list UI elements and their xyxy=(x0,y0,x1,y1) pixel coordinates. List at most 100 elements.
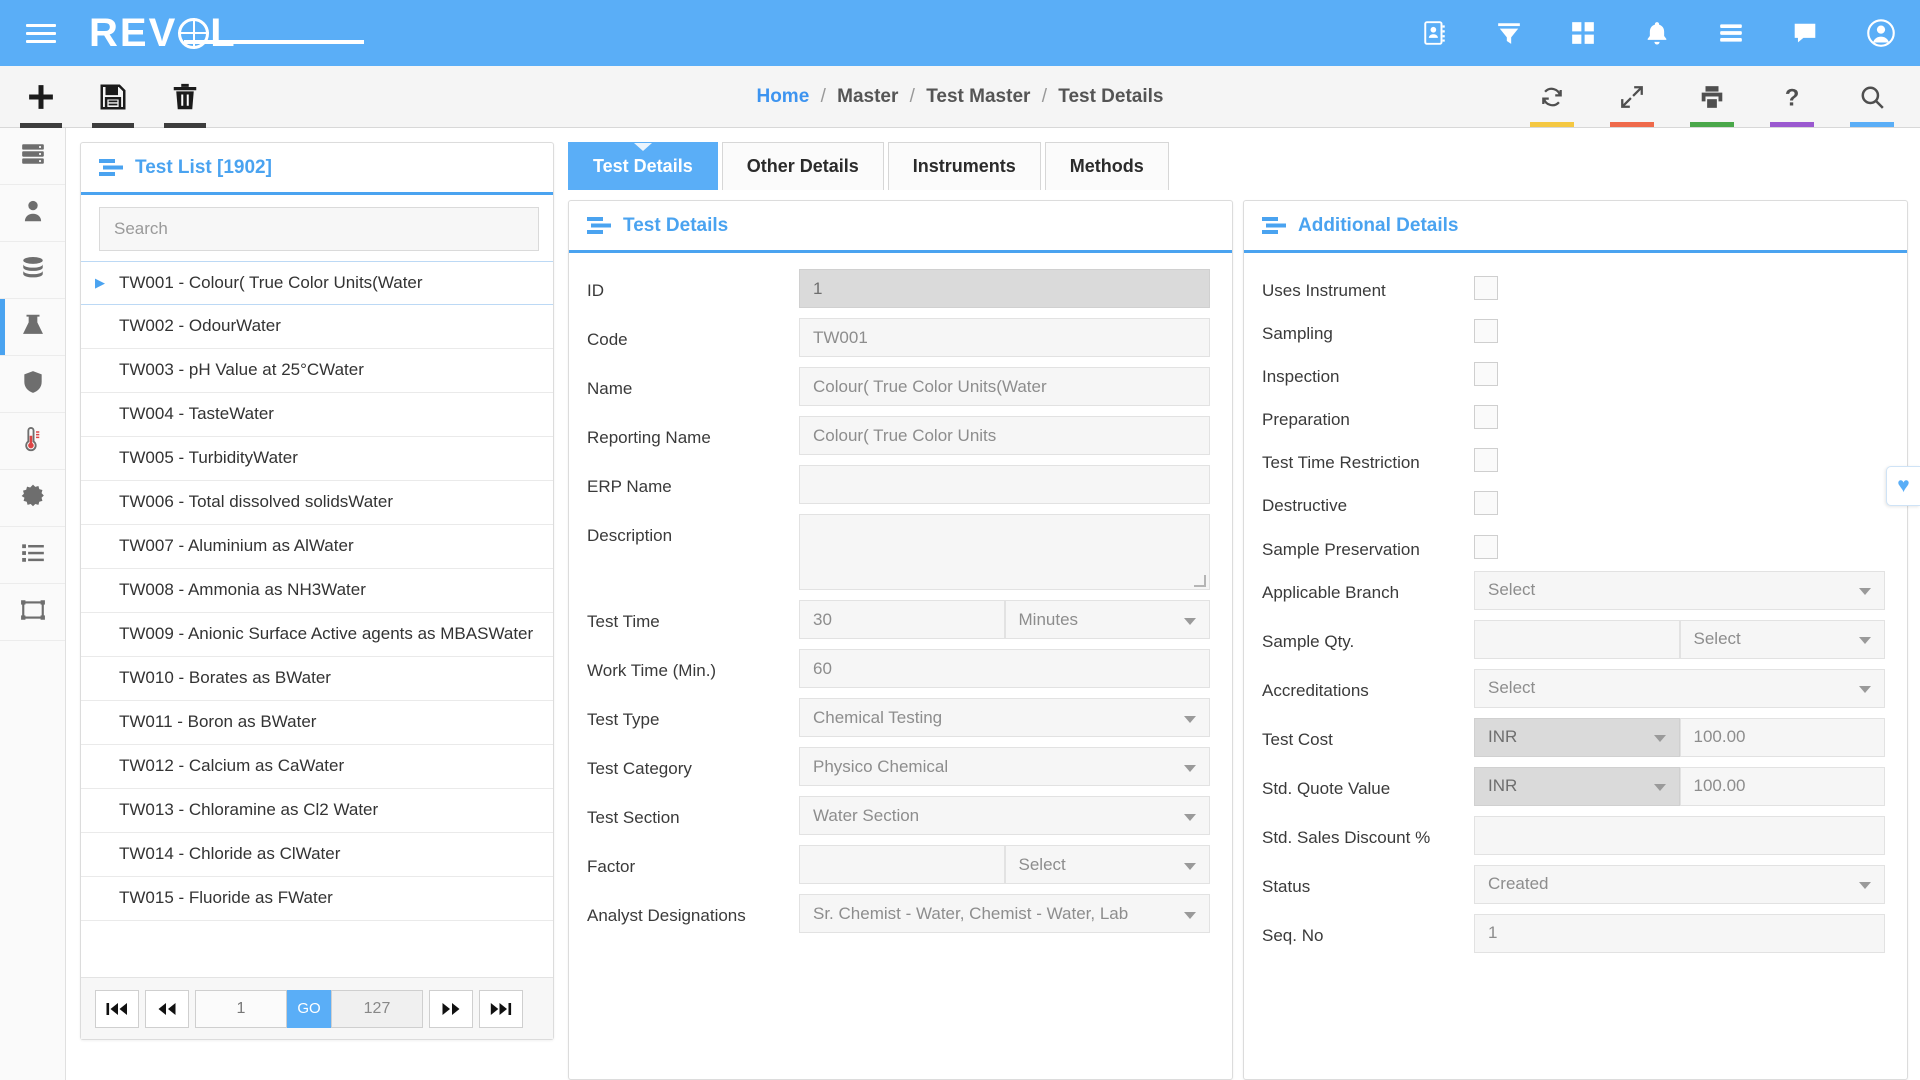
sidebar-item-reports[interactable] xyxy=(0,527,65,584)
sampling-checkbox[interactable] xyxy=(1474,319,1498,344)
sidebar-item-user[interactable] xyxy=(0,185,65,242)
test-cost-currency-select[interactable]: INR xyxy=(1474,717,1680,757)
print-button[interactable] xyxy=(1690,76,1734,127)
refresh-button[interactable] xyxy=(1530,76,1574,127)
test-time-restriction-checkbox[interactable] xyxy=(1474,448,1498,473)
list-item[interactable]: ▶ TW015 - Fluoride as FWater xyxy=(81,877,553,921)
code-field[interactable]: TW001 xyxy=(799,318,1210,357)
save-button[interactable] xyxy=(90,74,136,128)
help-button[interactable]: ? xyxy=(1770,76,1814,127)
std-quote-currency-select[interactable]: INR xyxy=(1474,766,1680,806)
analyst-designations-select[interactable]: Sr. Chemist - Water, Chemist - Water, La… xyxy=(799,894,1210,933)
breadcrumb-item-master[interactable]: Master xyxy=(837,86,898,107)
list-item[interactable]: ▶ TW007 - Aluminium as AlWater xyxy=(81,525,553,569)
grid-apps-icon[interactable] xyxy=(1570,20,1596,46)
inspection-checkbox[interactable] xyxy=(1474,362,1498,387)
sidebar-item-quality[interactable] xyxy=(0,356,65,413)
list-menu-icon[interactable] xyxy=(1718,20,1744,46)
factor-field[interactable] xyxy=(799,845,1005,884)
last-page-button[interactable] xyxy=(479,989,523,1028)
tab-other-details[interactable]: Other Details xyxy=(721,142,884,190)
list-item[interactable]: ▶ TW004 - TasteWater xyxy=(81,393,553,437)
list-item[interactable]: ▶ TW006 - Total dissolved solidsWater xyxy=(81,481,553,525)
sample-preservation-checkbox[interactable] xyxy=(1474,534,1498,559)
name-field[interactable]: Colour( True Color Units(Water xyxy=(799,367,1210,406)
sidebar-item-database[interactable] xyxy=(0,242,65,299)
page-number-input[interactable] xyxy=(195,989,287,1028)
field-test-cost: Test Cost INR 100.00 xyxy=(1262,717,1885,757)
delete-button[interactable] xyxy=(162,74,208,128)
favourite-heart-icon[interactable]: ♥ xyxy=(1886,466,1920,506)
list-item[interactable]: ▶ TW013 - Chloramine as Cl2 Water xyxy=(81,789,553,833)
field-label-id: ID xyxy=(587,281,604,300)
accreditations-select[interactable]: Select xyxy=(1474,668,1885,708)
list-item[interactable]: ▶ TW009 - Anionic Surface Active agents … xyxy=(81,613,553,657)
description-textarea[interactable] xyxy=(799,514,1210,590)
list-item-label: TW013 - Chloramine as Cl2 Water xyxy=(119,800,379,820)
user-account-icon[interactable] xyxy=(1866,18,1896,48)
test-type-select[interactable]: Chemical Testing xyxy=(799,698,1210,737)
test-time-field[interactable]: 30 xyxy=(799,600,1005,639)
test-list-items[interactable]: ▶ TW001 - Colour( True Color Units(Water… xyxy=(81,261,553,977)
bell-notification-icon[interactable] xyxy=(1644,20,1670,46)
page-body: Test List [1902] ▶ TW001 - Colour( True … xyxy=(0,128,1920,1080)
std-quote-value-field[interactable]: 100.00 xyxy=(1679,766,1885,806)
tab-instruments[interactable]: Instruments xyxy=(887,142,1041,190)
sample-qty-unit-select[interactable]: Select xyxy=(1679,619,1885,659)
list-item[interactable]: ▶ TW011 - Boron as BWater xyxy=(81,701,553,745)
sidebar-item-dashboard[interactable] xyxy=(0,128,65,185)
reporting-name-field[interactable]: Colour( True Color Units xyxy=(799,416,1210,455)
test-time-unit-select[interactable]: Minutes xyxy=(1004,600,1210,639)
breadcrumb-item-test-details[interactable]: Test Details xyxy=(1058,86,1163,107)
std-sales-discount-field[interactable] xyxy=(1474,815,1885,855)
additional-details-panel: Additional Details Uses Instrument Sampl… xyxy=(1243,200,1908,1080)
list-item[interactable]: ▶ TW003 - pH Value at 25°CWater xyxy=(81,349,553,393)
filter-icon[interactable] xyxy=(1496,20,1522,46)
go-button[interactable]: GO xyxy=(287,989,331,1028)
list-item-label: TW004 - TasteWater xyxy=(119,404,274,424)
sidebar-item-environment[interactable] xyxy=(0,413,65,470)
expand-button[interactable] xyxy=(1610,76,1654,127)
chat-icon[interactable] xyxy=(1792,20,1818,46)
field-label-inspection: Inspection xyxy=(1262,367,1340,387)
factor-unit-select[interactable]: Select xyxy=(1004,845,1210,884)
status-select[interactable]: Created xyxy=(1474,864,1885,904)
test-cost-field[interactable]: 100.00 xyxy=(1679,717,1885,757)
applicable-branch-select[interactable]: Select xyxy=(1474,570,1885,610)
list-item[interactable]: ▶ TW008 - Ammonia as NH3Water xyxy=(81,569,553,613)
add-new-button[interactable] xyxy=(18,74,64,128)
uses-instrument-checkbox[interactable] xyxy=(1474,276,1498,300)
field-test-category: Test Category Physico Chemical xyxy=(587,747,1210,786)
sidebar-item-settings[interactable] xyxy=(0,470,65,527)
erp-name-field[interactable] xyxy=(799,465,1210,504)
destructive-checkbox[interactable] xyxy=(1474,491,1498,516)
previous-page-button[interactable] xyxy=(145,989,189,1028)
seq-no-field[interactable]: 1 xyxy=(1474,913,1885,953)
test-section-select[interactable]: Water Section xyxy=(799,796,1210,835)
sample-qty-field[interactable] xyxy=(1474,619,1680,659)
test-category-select[interactable]: Physico Chemical xyxy=(799,747,1210,786)
breadcrumb-item-home[interactable]: Home xyxy=(756,86,809,107)
list-item[interactable]: ▶ TW002 - OdourWater xyxy=(81,305,553,349)
list-item[interactable]: ▶ TW005 - TurbidityWater xyxy=(81,437,553,481)
search-button[interactable] xyxy=(1850,76,1894,127)
tab-test-details[interactable]: Test Details xyxy=(568,142,718,190)
hamburger-menu-icon[interactable] xyxy=(26,19,56,48)
list-item[interactable]: ▶ TW014 - Chloride as ClWater xyxy=(81,833,553,877)
contact-book-icon[interactable] xyxy=(1422,20,1448,46)
list-item[interactable]: ▶ TW010 - Borates as BWater xyxy=(81,657,553,701)
sidebar-item-layout[interactable] xyxy=(0,584,65,641)
field-description: Description xyxy=(587,514,1210,590)
preparation-checkbox[interactable] xyxy=(1474,405,1498,430)
list-item[interactable]: ▶ TW012 - Calcium as CaWater xyxy=(81,745,553,789)
work-time-field[interactable]: 60 xyxy=(799,649,1210,688)
test-list-title: Test List [1902] xyxy=(135,156,272,178)
tab-methods[interactable]: Methods xyxy=(1044,142,1169,190)
sidebar-item-tests[interactable] xyxy=(0,299,65,356)
breadcrumb-item-test-master[interactable]: Test Master xyxy=(926,86,1030,107)
first-page-button[interactable] xyxy=(95,989,139,1028)
list-lines-icon xyxy=(20,540,46,571)
list-item[interactable]: ▶ TW001 - Colour( True Color Units(Water xyxy=(81,261,553,305)
next-page-button[interactable] xyxy=(429,989,473,1028)
search-input[interactable] xyxy=(99,207,539,251)
